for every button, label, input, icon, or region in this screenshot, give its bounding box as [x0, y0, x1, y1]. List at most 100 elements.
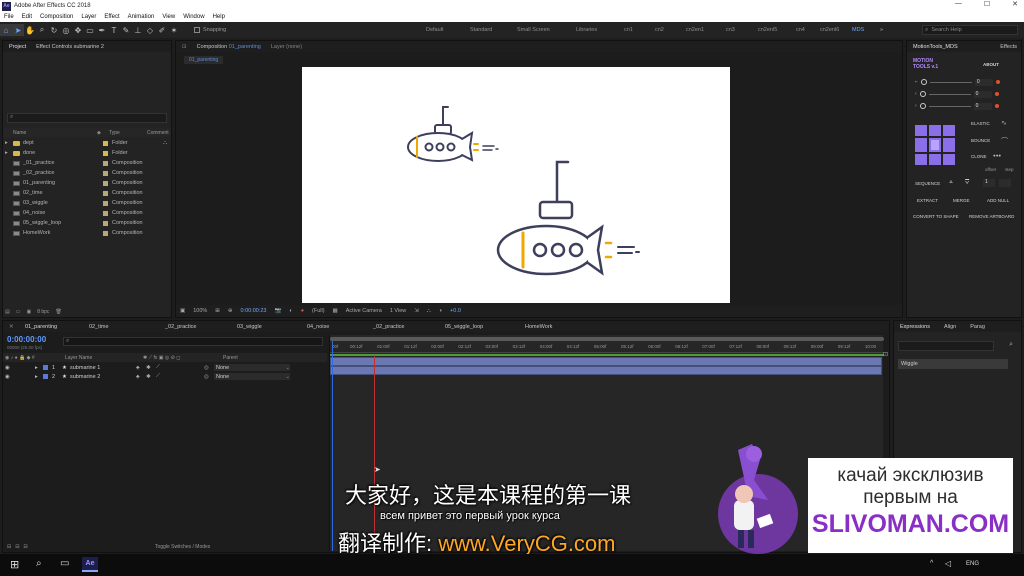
taskbar-after-effects-app[interactable]: Ae — [82, 557, 98, 572]
project-item-folder[interactable]: ▸ done Folder — [3, 148, 171, 158]
anchor-cell[interactable] — [929, 154, 941, 165]
tab-motiontools[interactable]: MotionTools_MDS — [913, 44, 958, 50]
slider-track[interactable] — [928, 93, 971, 95]
project-item-folder[interactable]: ▸ dept Folder ⛬ — [3, 138, 171, 148]
current-time-display[interactable]: 0:00:00:00 — [7, 335, 46, 344]
comp-breadcrumb[interactable]: 01_parenting — [184, 56, 224, 64]
expand-arrow-icon[interactable]: ▸ — [5, 140, 13, 146]
remove-artboard-button[interactable]: REMOVE ARTBOARD — [969, 214, 1014, 219]
add-null-button[interactable]: ADD NULL — [987, 198, 1009, 203]
project-item-composition[interactable]: 01_parenting Composition — [3, 178, 171, 188]
workspace-cn2en1[interactable]: cn2en1 — [686, 27, 704, 33]
tab-03-wiggle[interactable]: 03_wiggle — [237, 324, 307, 330]
search-icon[interactable]: ⌕ — [36, 558, 42, 569]
exposure-icon[interactable]: ◑ — [439, 308, 442, 314]
project-item-composition[interactable]: 03_wiggle Composition — [3, 198, 171, 208]
visibility-eye-icon[interactable]: ◉ — [5, 365, 15, 371]
layer-bar-submarine-2[interactable] — [330, 366, 882, 375]
anchor-cell[interactable] — [943, 125, 955, 136]
parent-dropdown[interactable]: None ⌄ — [214, 373, 290, 380]
snapping-checkbox[interactable] — [194, 27, 200, 33]
timecode-display[interactable]: 0:00:00:23 — [241, 308, 267, 314]
project-item-composition[interactable]: HomeWork Composition — [3, 228, 171, 238]
slider-track[interactable] — [929, 81, 972, 83]
project-search-input[interactable]: ⌕ — [7, 113, 167, 123]
visibility-eye-icon[interactable]: ◉ — [5, 374, 15, 380]
layer-row[interactable]: ◉ ▸ 2 ★ submarine 2 ♣ ✱ ⟋ ◎ None ⌄ — [3, 372, 327, 381]
quality-switch-icon[interactable]: ⟋ — [156, 364, 204, 371]
home-icon[interactable]: ⌂ — [0, 24, 12, 36]
workspace-standard[interactable]: Standard — [470, 27, 492, 33]
tab-02-time[interactable]: 02_time — [89, 324, 165, 330]
tab-effects[interactable]: Effects — [1000, 44, 1017, 50]
clone-stamp-tool-icon[interactable]: ⊥ — [132, 24, 144, 36]
tray-chevron-icon[interactable]: ^ — [930, 560, 933, 567]
expand-arrow-icon[interactable]: ▸ — [35, 374, 43, 380]
expression-item-wiggle[interactable]: Wiggle — [898, 359, 1008, 369]
eraser-tool-icon[interactable]: ◇ — [144, 24, 156, 36]
menu-window[interactable]: Window — [183, 14, 204, 20]
anchor-cell-center[interactable] — [929, 137, 941, 153]
flowchart-icon[interactable]: ⛬ — [163, 140, 167, 147]
search-icon[interactable]: ⌕ — [1009, 341, 1013, 349]
expand-transfer-controls-icon[interactable]: ⊟ — [15, 544, 19, 550]
workspace-cn2enl6[interactable]: cn2enl6 — [820, 27, 839, 33]
camera-tool-icon[interactable]: ◎ — [60, 24, 72, 36]
interpret-footage-icon[interactable]: ▤ — [5, 309, 10, 315]
snapshot-icon[interactable]: 📷 — [275, 308, 282, 314]
tab-expressions[interactable]: Expressions — [900, 324, 930, 330]
workspace-cn2enl5[interactable]: cn2enl5 — [758, 27, 777, 33]
toggle-switches-modes-button[interactable]: Toggle Switches / Modes — [155, 544, 210, 550]
menu-layer[interactable]: Layer — [81, 14, 96, 20]
column-layer-name[interactable]: Layer Name — [65, 355, 143, 361]
region-of-interest-icon[interactable]: ▣ — [180, 308, 185, 314]
pan-behind-tool-icon[interactable]: ✥ — [72, 24, 84, 36]
column-parent[interactable]: Parent — [223, 355, 238, 361]
collapse-switch-icon[interactable]: ✱ — [146, 374, 156, 380]
tab-paragraph[interactable]: Parag — [970, 324, 985, 330]
column-type[interactable]: Type — [109, 130, 147, 136]
pen-tool-icon[interactable]: ✒ — [96, 24, 108, 36]
comp-flowchart-icon[interactable]: ⊡ — [883, 351, 888, 358]
layer-color-swatch[interactable] — [43, 374, 48, 379]
workspace-cn1[interactable]: cn1 — [624, 27, 633, 33]
search-help-input[interactable]: Search Help — [931, 27, 961, 33]
menu-help[interactable]: Help — [213, 14, 225, 20]
project-item-composition[interactable]: 04_noise Composition — [3, 208, 171, 218]
new-composition-icon[interactable]: ▣ — [26, 309, 31, 315]
delete-icon[interactable]: 🗑 — [55, 309, 61, 315]
zoom-tool-icon[interactable]: ⌕ — [36, 24, 48, 36]
workspace-libraries[interactable]: Libraries — [576, 27, 597, 33]
parent-pickwhip-icon[interactable]: ◎ — [204, 374, 214, 380]
composition-canvas[interactable] — [302, 67, 730, 303]
type-tool-icon[interactable]: T — [108, 24, 120, 36]
color-channel-icon[interactable]: ● — [301, 308, 304, 314]
transparency-grid-icon[interactable]: ▦ — [333, 308, 338, 314]
anchor-cell[interactable] — [915, 137, 927, 153]
slider-knob[interactable] — [920, 79, 927, 85]
camera-dropdown[interactable]: Active Camera — [346, 308, 382, 314]
menu-view[interactable]: View — [162, 14, 175, 20]
shy-switch-icon[interactable]: ♣ — [136, 365, 146, 371]
work-area-bar[interactable] — [330, 337, 884, 341]
minimize-button[interactable]: — — [955, 0, 962, 8]
timeline-search-input[interactable]: ⌕ — [63, 337, 323, 346]
anchor-cell[interactable] — [915, 125, 927, 136]
tab-02-practice[interactable]: _02_practice — [165, 324, 237, 330]
step-input[interactable] — [999, 179, 1011, 187]
column-comment[interactable]: Comment — [147, 130, 169, 136]
menu-file[interactable]: File — [4, 14, 14, 20]
flowchart-icon[interactable]: ⛬ — [427, 308, 431, 315]
tab-02-practice-2[interactable]: _02_practice — [373, 324, 445, 330]
windows-start-icon[interactable]: ⊞ — [10, 558, 19, 571]
rotate-tool-icon[interactable]: ↻ — [48, 24, 60, 36]
time-ruler[interactable]: 00f 00:12f 01:00f 01:12f 02:00f 02:12f 03:00f… — [330, 343, 884, 353]
anchor-cell[interactable] — [943, 137, 955, 153]
expand-arrow-icon[interactable]: ▸ — [5, 150, 13, 156]
collapse-switch-icon[interactable]: ✱ — [146, 365, 156, 371]
brush-tool-icon[interactable]: ✎ — [120, 24, 132, 36]
zoom-dropdown[interactable]: 100% — [193, 308, 207, 314]
reset-dot-icon[interactable] — [995, 80, 1000, 84]
rectangle-tool-icon[interactable]: ▭ — [84, 24, 96, 36]
tab-01-parenting[interactable]: 01_parenting — [25, 324, 89, 330]
